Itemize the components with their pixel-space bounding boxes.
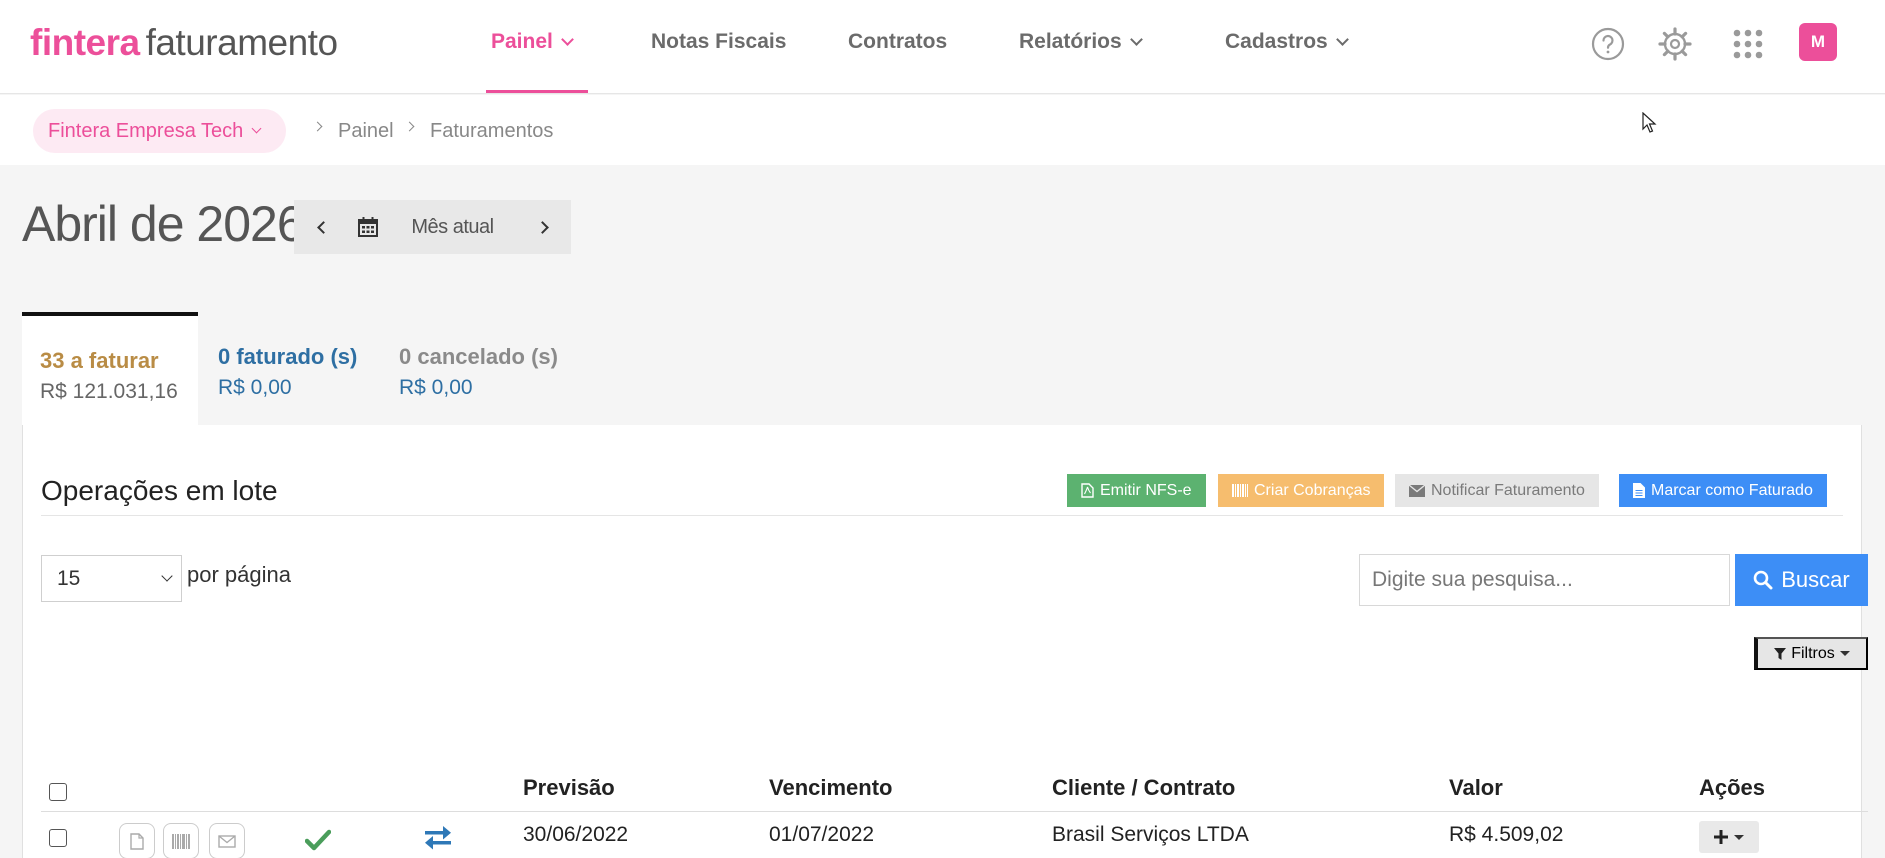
chevron-down-icon	[251, 123, 262, 134]
current-month-button[interactable]: Mês atual	[388, 216, 517, 239]
notificar-faturamento-button[interactable]: Notificar Faturamento	[1395, 474, 1599, 507]
search-button-label: Buscar	[1781, 567, 1850, 592]
search-button[interactable]: Buscar	[1735, 554, 1868, 606]
period-title: Abril de 2026	[22, 196, 305, 252]
search-icon	[1753, 570, 1773, 590]
barcode-icon	[1232, 484, 1248, 497]
chevron-right-icon	[535, 220, 549, 234]
barcode-icon	[172, 833, 190, 849]
criar-cobrancas-label: Criar Cobranças	[1254, 481, 1371, 499]
file-pdf-icon	[1081, 483, 1094, 498]
row-vencimento: 01/07/2022	[769, 823, 875, 846]
tab-a-faturar-amount: R$ 121.031,16	[40, 380, 178, 403]
filter-icon	[1774, 647, 1787, 660]
emitir-nfse-button[interactable]: Emitir NFS-e	[1067, 474, 1206, 507]
caret-down-icon	[1734, 834, 1744, 840]
marcar-faturado-button[interactable]: Marcar como Faturado	[1619, 474, 1827, 507]
divider	[41, 515, 1843, 516]
tab-faturado-count: 0 faturado (s)	[218, 344, 358, 369]
user-avatar[interactable]: M	[1799, 23, 1837, 61]
chevron-left-icon	[316, 220, 330, 234]
table-header-divider	[41, 811, 1868, 812]
company-selector[interactable]: Fintera Empresa Tech	[33, 109, 287, 153]
chevron-down-icon	[1335, 33, 1349, 46]
tab-a-faturar-count: 33 a faturar	[40, 348, 159, 373]
per-page-value: 15	[57, 566, 81, 590]
select-all-checkbox[interactable]	[49, 783, 67, 801]
criar-cobrancas-button[interactable]: Criar Cobranças	[1218, 474, 1385, 507]
exchange-icon[interactable]	[423, 825, 453, 851]
nav-relatorios-label: Relatórios	[1019, 30, 1122, 53]
logo-product: faturamento	[145, 22, 338, 63]
breadcrumb-painel[interactable]: Painel	[338, 120, 394, 143]
row-valor: R$ 4.509,02	[1449, 823, 1564, 846]
caret-down-icon	[1839, 651, 1850, 656]
row-invoice-button[interactable]	[119, 823, 155, 858]
nav-painel[interactable]: Painel	[491, 30, 574, 54]
nav-notas-fiscais-label: Notas Fiscais	[651, 30, 787, 53]
help-icon[interactable]	[1590, 26, 1626, 62]
chevron-down-icon	[561, 33, 574, 46]
calendar-icon[interactable]	[348, 216, 388, 238]
file-icon	[1633, 483, 1645, 498]
document-icon	[130, 832, 144, 850]
chevron-right-icon	[404, 121, 415, 132]
mouse-cursor-icon	[1642, 112, 1657, 133]
emitir-nfse-label: Emitir NFS-e	[1100, 481, 1192, 499]
tab-faturado-amount: R$ 0,00	[218, 376, 292, 399]
tab-a-faturar[interactable]: 33 a faturar R$ 121.031,16	[22, 312, 198, 426]
gear-icon[interactable]	[1657, 26, 1693, 62]
column-header-cliente[interactable]: Cliente / Contrato	[1052, 775, 1235, 801]
row-actions-button[interactable]	[1699, 821, 1759, 853]
breadcrumb-faturamentos: Faturamentos	[430, 120, 554, 142]
company-name: Fintera Empresa Tech	[48, 119, 244, 142]
app-logo[interactable]: fintera faturamento	[30, 22, 338, 64]
column-header-acoes: Ações	[1699, 775, 1766, 800]
column-header-previsao[interactable]: Previsão	[523, 775, 615, 801]
nav-contratos[interactable]: Contratos	[848, 30, 947, 54]
chevron-right-icon	[312, 121, 323, 132]
period-navigator: Mês atual	[294, 200, 571, 254]
row-notify-button[interactable]	[209, 823, 245, 858]
marcar-faturado-label: Marcar como Faturado	[1651, 481, 1813, 499]
nav-active-indicator	[486, 90, 588, 93]
chevron-down-icon	[161, 570, 173, 582]
billing-panel: Operações em lote Emitir NFS-e Criar Cob…	[22, 425, 1868, 858]
tab-cancelado-amount: R$ 0,00	[399, 376, 473, 399]
tab-cancelado-count: 0 cancelado (s)	[399, 344, 558, 369]
search-input[interactable]	[1359, 554, 1730, 606]
per-page-select[interactable]: 15	[41, 555, 182, 602]
tab-cancelado[interactable]: 0 cancelado (s) R$ 0,00	[381, 312, 576, 426]
logo-brand: fintera	[30, 22, 140, 63]
nav-cadastros[interactable]: Cadastros	[1225, 30, 1349, 54]
column-header-valor[interactable]: Valor	[1449, 775, 1503, 801]
envelope-icon	[218, 834, 236, 848]
breadcrumb-bar: Fintera Empresa Tech Painel Faturamentos	[0, 95, 1885, 165]
row-previsao: 30/06/2022	[523, 823, 629, 846]
top-navbar: fintera faturamento Painel Notas Fiscais …	[0, 0, 1885, 94]
row-billing-button[interactable]	[163, 823, 199, 858]
next-month-button[interactable]	[517, 200, 571, 254]
previous-month-button[interactable]	[294, 200, 348, 254]
envelope-icon	[1409, 484, 1425, 497]
check-icon	[305, 829, 331, 851]
filters-button[interactable]: Filtros	[1754, 637, 1868, 670]
filters-label: Filtros	[1791, 644, 1835, 662]
nav-notas-fiscais[interactable]: Notas Fiscais	[651, 30, 786, 54]
notificar-faturamento-label: Notificar Faturamento	[1431, 481, 1585, 499]
batch-operations-title: Operações em lote	[41, 475, 278, 506]
nav-cadastros-label: Cadastros	[1225, 30, 1328, 53]
apps-grid-icon[interactable]	[1730, 26, 1766, 62]
plus-icon	[1714, 830, 1728, 844]
column-header-vencimento[interactable]: Vencimento	[769, 775, 892, 801]
row-cliente[interactable]: Brasil Serviços LTDA	[1052, 823, 1249, 847]
nav-painel-label: Painel	[491, 30, 553, 53]
chevron-down-icon	[1129, 33, 1143, 46]
per-page-label: por página	[187, 562, 291, 587]
nav-contratos-label: Contratos	[848, 30, 948, 53]
tab-faturado[interactable]: 0 faturado (s) R$ 0,00	[200, 312, 375, 426]
row-checkbox[interactable]	[49, 829, 67, 847]
nav-relatorios[interactable]: Relatórios	[1019, 30, 1143, 54]
